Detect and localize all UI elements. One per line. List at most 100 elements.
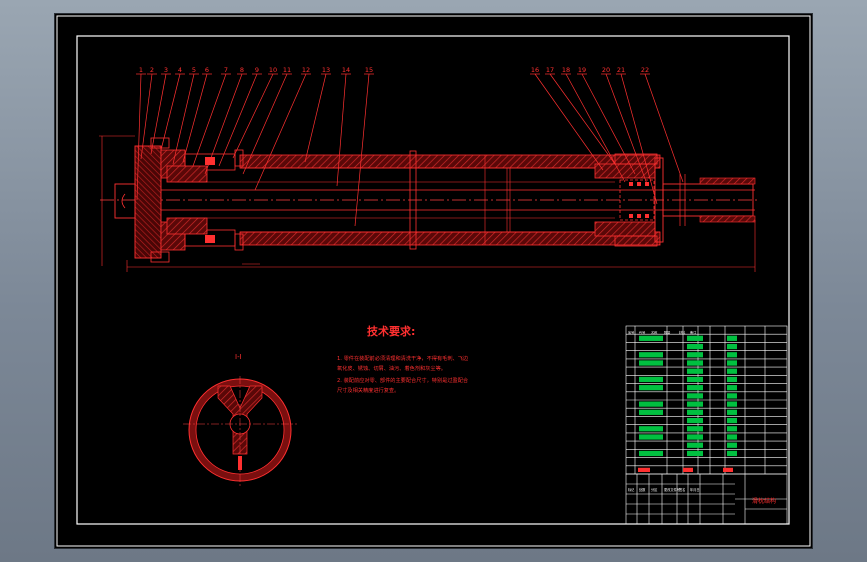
bom-entry [639,401,663,407]
bom-entry [727,393,737,399]
leader-line-12 [254,73,307,191]
bom-header-text: 材料 [679,330,686,335]
part-number-1: 1 [139,66,143,74]
bom-entry [639,335,663,341]
technical-requirements: 技术要求: 1. 零件在装配前必须清理和清洗干净，不得有毛刺、飞边 氧化皮、锈蚀… [337,324,469,394]
part-number-22: 22 [641,66,649,74]
bom-entry [727,376,737,383]
bom-entry [639,352,663,358]
part-number-7: 7 [224,66,228,74]
tech-note-4: 尺寸及相关精度进行复查。 [337,386,399,394]
part-number-4: 4 [178,66,182,74]
bom-entry [687,450,703,457]
part-number-5: 5 [192,66,196,74]
tech-note-3: 2. 装配前应对零、部件的主要配合尺寸，特别是过盈配合 [337,376,469,384]
part-number-20: 20 [602,66,610,74]
bom-entry [687,401,703,407]
bom-entry [727,417,737,424]
inner-frame [76,35,790,525]
bom-entry [687,360,703,366]
part-number-11: 11 [283,66,291,74]
bom-header-text: 名称 [651,330,658,335]
part-number-14: 14 [342,66,350,74]
part-number-6: 6 [205,66,209,74]
bom-entry [727,450,737,457]
main-assembly-section [99,135,760,272]
bom-header-cell [683,467,693,472]
bom-header-cell [723,467,733,472]
leader-line-7 [192,73,227,167]
bom-entry [639,434,663,440]
outer-frame [56,15,811,547]
drawing-name: 滑枕结构 [752,497,776,505]
part-number-21: 21 [617,66,625,74]
leader-line-14 [336,73,347,187]
bill-of-materials [625,325,788,475]
tech-note-2: 氧化皮、锈蚀、切屑、油污、着色剂和灰尘等。 [337,364,446,372]
bom-entry [727,401,737,407]
part-number-19: 19 [578,66,586,74]
leader-line-15 [354,73,370,227]
part-number-18: 18 [562,66,570,74]
bom-entry [727,409,737,415]
bom-entry [727,360,737,366]
part-number-12: 12 [302,66,310,74]
title-block-text: 签名 [679,487,685,492]
part-number-8: 8 [240,66,244,74]
part-number-15: 15 [365,66,373,74]
section-label: I-I [235,353,242,361]
bom-entry [639,409,663,415]
leader-line-13 [304,73,327,163]
bom-entry [639,426,663,432]
leader-line-10 [232,73,274,159]
title-block-text: 更改文件号 [664,487,680,492]
bom-entry [687,393,703,399]
bom-header-text: 备注 [690,330,697,335]
bom-entry [727,385,737,391]
bom-entry [727,352,737,358]
bom-entry [639,376,663,383]
part-number-10: 10 [269,66,277,74]
bom-header-text: 代号 [639,330,645,335]
title-block-text: 标记 [628,487,635,492]
leader-line-3 [150,73,167,155]
drawing-sheet: 1 2 3 4 5 6 7 8 9 10 11 12 13 14 15 16 17 18 19 20 21 22 I-I … [55,14,812,548]
bom-entry [727,426,737,432]
title-block-text: 处数 [639,487,646,492]
bom-entry [639,450,663,457]
part-number-labels: 1 2 3 4 5 6 7 8 9 10 11 12 13 14 15 16 17 18 19 20 21 22 [139,66,649,74]
title-block-text: 年月日 [690,487,700,492]
leader-line-17 [549,73,616,165]
part-number-16: 16 [531,66,539,74]
title-block-text: 分区 [651,487,658,492]
bom-entry [687,385,703,391]
bom-entry [687,352,703,358]
section-view: I-I [183,353,297,486]
bom-entry [687,426,703,432]
part-number-17: 17 [546,66,554,74]
part-leader-lines [136,73,684,227]
bom-entry [639,360,663,366]
bom-entry [639,385,663,391]
part-number-3: 3 [164,66,168,74]
tech-title: 技术要求: [367,324,415,338]
bom-header-text: 数量 [664,330,671,335]
bom-entry [727,343,737,350]
bom-entry [727,442,737,448]
part-number-2: 2 [150,66,154,74]
bom-entry [687,409,703,415]
bom-entry [687,376,703,383]
bom-entry [687,434,703,440]
bom-entry [727,368,737,374]
leader-line-6 [182,73,208,163]
bom-entry [687,343,703,350]
assembly-drawing: 1 2 3 4 5 6 7 8 9 10 11 12 13 14 15 16 17 18 19 20 21 22 I-I … [56,15,811,547]
bom-entry [687,417,703,424]
bom-entry [687,442,703,448]
part-number-13: 13 [322,66,330,74]
bom-entry [727,434,737,440]
bom-header-cell [638,467,650,472]
tech-note-1: 1. 零件在装配前必须清理和清洗干净，不得有毛刺、飞边 [337,354,469,362]
bom-entry [687,335,703,341]
bom-header-text: 序号 [628,330,634,335]
